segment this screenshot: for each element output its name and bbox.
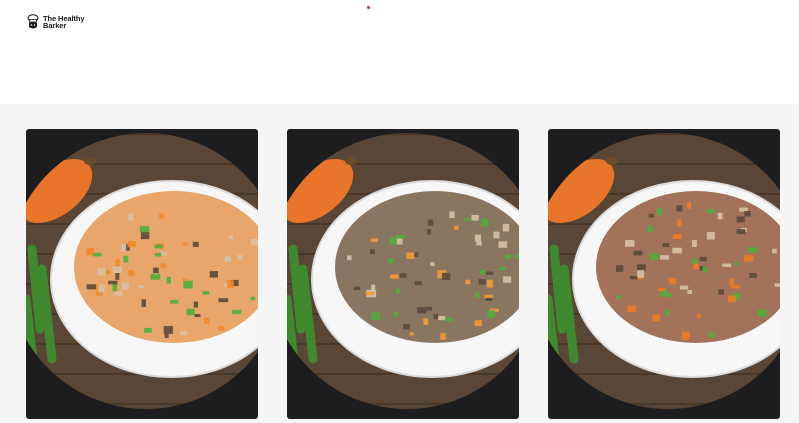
indicator-dot [367, 6, 370, 9]
site-logo[interactable]: The Healthy Barker [26, 14, 85, 30]
product-card-1[interactable] [26, 129, 258, 419]
site-header: The Healthy Barker [0, 0, 799, 104]
product-card-2[interactable] [287, 129, 519, 419]
product-section [0, 104, 799, 423]
turkey-veggie-bowl-image [548, 133, 780, 409]
logo-line-2: Barker [43, 21, 67, 30]
beef-veggie-bowl-image [287, 133, 519, 409]
product-card-3[interactable] [548, 129, 780, 419]
logo-text: The Healthy Barker [43, 15, 85, 30]
dog-chef-icon [27, 14, 39, 29]
chicken-veggie-bowl-image [26, 133, 258, 409]
